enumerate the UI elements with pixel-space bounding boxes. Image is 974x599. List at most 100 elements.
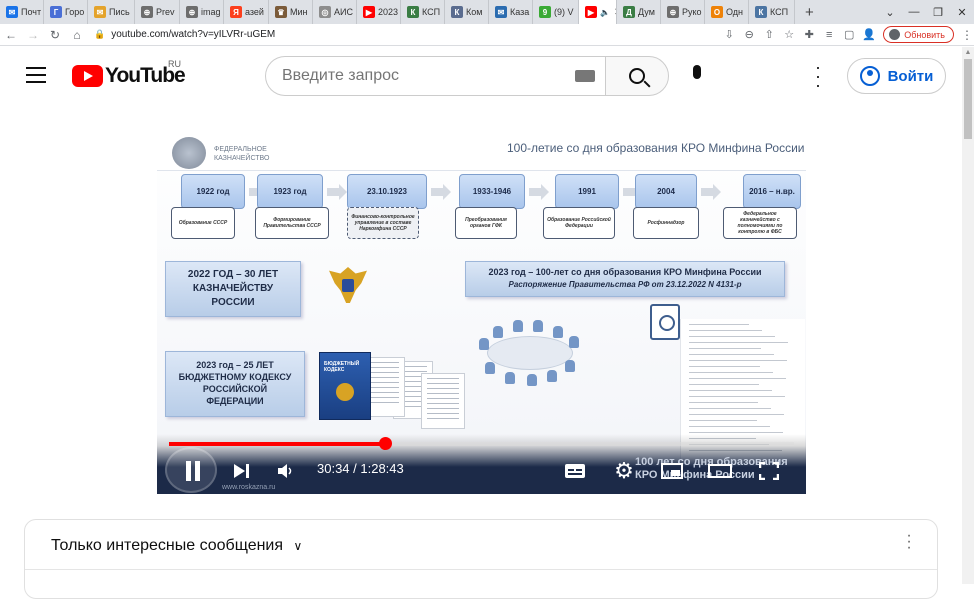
- settings-icon[interactable]: ⚙: [609, 454, 639, 488]
- addressbar-actions: ⇩ ⊖ ⇧ ☆ ✚ ≡ ▢ 👤: [719, 28, 879, 42]
- next-icon[interactable]: [227, 454, 257, 488]
- browser-tab[interactable]: Яазей: [224, 0, 269, 24]
- person-figure-icon: [569, 336, 579, 348]
- browser-tab[interactable]: ✉ Почт: [0, 0, 44, 24]
- pause-icon[interactable]: [177, 454, 209, 488]
- person-figure-icon: [479, 338, 489, 350]
- keyboard-icon[interactable]: [575, 70, 595, 82]
- tab-search-icon[interactable]: ⌄: [878, 6, 902, 19]
- browser-tab[interactable]: ▶ 2023: [357, 0, 401, 24]
- lock-icon[interactable]: 🔒: [94, 29, 105, 40]
- tab-favicon-icon: К: [407, 6, 419, 18]
- browser-tab[interactable]: К КСП: [749, 0, 795, 24]
- volume-icon[interactable]: [271, 454, 301, 488]
- document-gear-icon: [650, 304, 680, 340]
- arrow-right-icon: [701, 184, 721, 200]
- browser-tab[interactable]: ⊕ Prev: [135, 0, 180, 24]
- share-icon[interactable]: ⇧: [759, 28, 779, 41]
- zoom-icon[interactable]: ⊖: [739, 28, 759, 41]
- timeline-event: Образование Российской Федерации: [543, 207, 615, 239]
- browser-tab[interactable]: Д Дум: [617, 0, 661, 24]
- tab-favicon-icon: Д: [623, 6, 635, 18]
- arrow-right-icon: [431, 184, 451, 200]
- tab-label: Дум: [638, 7, 655, 17]
- browser-tab[interactable]: ✉ Каза: [489, 0, 533, 24]
- profile-icon[interactable]: 👤: [859, 28, 879, 41]
- person-figure-icon: [505, 372, 515, 384]
- tab-favicon-icon: К: [451, 6, 463, 18]
- comments-filter-dropdown[interactable]: Только интересные сообщения ∨: [51, 537, 302, 555]
- video-player[interactable]: ФЕДЕРАЛЬНОЕ КАЗНАЧЕЙСТВО 100-летие со дн…: [157, 129, 806, 494]
- restore-icon[interactable]: ❐: [926, 6, 950, 19]
- settings-menu-icon[interactable]: · · ·: [812, 58, 824, 94]
- reading-list-icon[interactable]: ≡: [819, 29, 839, 41]
- theater-icon[interactable]: [705, 454, 735, 488]
- signin-label: Войти: [887, 67, 934, 85]
- install-icon[interactable]: ⇩: [719, 28, 739, 41]
- tab-favicon-icon: 9: [539, 6, 551, 18]
- search-input[interactable]: [282, 67, 562, 85]
- browser-tab[interactable]: О Одн: [705, 0, 749, 24]
- timeline-event: Образование СССР: [171, 207, 235, 239]
- browser-tab[interactable]: 9 (9) V: [533, 0, 579, 24]
- search-button[interactable]: [605, 56, 669, 96]
- extensions-icon[interactable]: ✚: [799, 28, 819, 41]
- youtube-logo[interactable]: YouTube RU: [72, 59, 186, 88]
- back-icon[interactable]: ←: [0, 28, 22, 42]
- browser-tab[interactable]: К Ком: [445, 0, 489, 24]
- tab-label: (9) V: [554, 7, 574, 17]
- slide-box-line: 2023 год – 25 ЛЕТ: [196, 360, 274, 370]
- fullscreen-icon[interactable]: [754, 454, 784, 488]
- browser-tab[interactable]: ♛ Мин: [269, 0, 313, 24]
- browser-tab[interactable]: ⊕ Руко: [661, 0, 705, 24]
- scroll-thumb[interactable]: [964, 59, 972, 139]
- timeline-year: 1933-1946: [459, 174, 525, 209]
- bookmark-star-icon[interactable]: ☆: [779, 28, 799, 41]
- browser-tab[interactable]: ◎ АИС: [313, 0, 357, 24]
- url-text[interactable]: youtube.com/watch?v=yILVRr-uGEM: [111, 29, 275, 40]
- timeline-event: Федеральное казначейство с полномочиями …: [723, 207, 797, 239]
- budget-code-book: БЮДЖЕТНЫЙ КОДЕКС: [319, 352, 371, 420]
- browser-tab[interactable]: К КСП: [401, 0, 445, 24]
- url-field[interactable]: 🔒 youtube.com/watch?v=yILVRr-uGEM: [94, 29, 719, 40]
- browser-tab[interactable]: Г Горо: [44, 0, 88, 24]
- book-title: БЮДЖЕТНЫЙ КОДЕКС: [324, 361, 360, 373]
- new-tab-button[interactable]: +: [795, 4, 824, 21]
- miniplayer-icon[interactable]: [657, 454, 687, 488]
- slide-title: 100-летие со дня образования КРО Минфина…: [507, 141, 805, 155]
- update-label: Обновить: [904, 29, 945, 40]
- comments-panel: Только интересные сообщения ∨ · · ·: [24, 519, 938, 599]
- timeline-year: 1922 год: [181, 174, 245, 209]
- comments-menu-icon[interactable]: · · ·: [905, 528, 913, 556]
- comments-filter-label: Только интересные сообщения: [51, 537, 284, 554]
- progress-bar[interactable]: [169, 437, 794, 450]
- tab-favicon-icon: ♛: [275, 6, 287, 18]
- browser-tab[interactable]: ✉ Пись: [88, 0, 135, 24]
- content-divider: [25, 569, 937, 584]
- reload-icon[interactable]: ↻: [44, 28, 66, 42]
- tab-label: Пись: [109, 7, 130, 17]
- browser-menu-icon[interactable]: ⋮: [960, 28, 974, 42]
- update-button[interactable]: Обновить: [883, 26, 954, 43]
- home-icon[interactable]: ⌂: [66, 28, 88, 42]
- microphone-icon[interactable]: [687, 65, 707, 87]
- browser-tab[interactable]: ▶🔈✕: [579, 0, 617, 24]
- menu-icon[interactable]: [26, 67, 46, 88]
- scroll-up-icon[interactable]: ▲: [962, 47, 974, 59]
- progress-scrubber[interactable]: [379, 437, 392, 450]
- slide-box-treasury: 2022 ГОД – 30 ЛЕТ КАЗНАЧЕЙСТВУ РОССИИ: [165, 261, 301, 317]
- meeting-illustration: [469, 314, 589, 394]
- subtitles-icon[interactable]: [560, 454, 590, 488]
- signin-button[interactable]: Войти: [847, 58, 946, 94]
- speaker-icon[interactable]: 🔈: [600, 8, 610, 17]
- search-box[interactable]: [265, 56, 605, 96]
- close-window-icon[interactable]: ✕: [950, 6, 974, 19]
- book-emblem-icon: [336, 383, 354, 401]
- browser-tab[interactable]: ⊕ imag: [180, 0, 224, 24]
- side-panel-icon[interactable]: ▢: [839, 28, 859, 41]
- arrow-right-icon: [529, 184, 549, 200]
- forward-icon[interactable]: →: [22, 28, 44, 42]
- page-scrollbar[interactable]: ▲: [962, 47, 974, 584]
- slide-box-line: КАЗНАЧЕЙСТВУ: [192, 283, 274, 294]
- minimize-icon[interactable]: —: [902, 6, 926, 18]
